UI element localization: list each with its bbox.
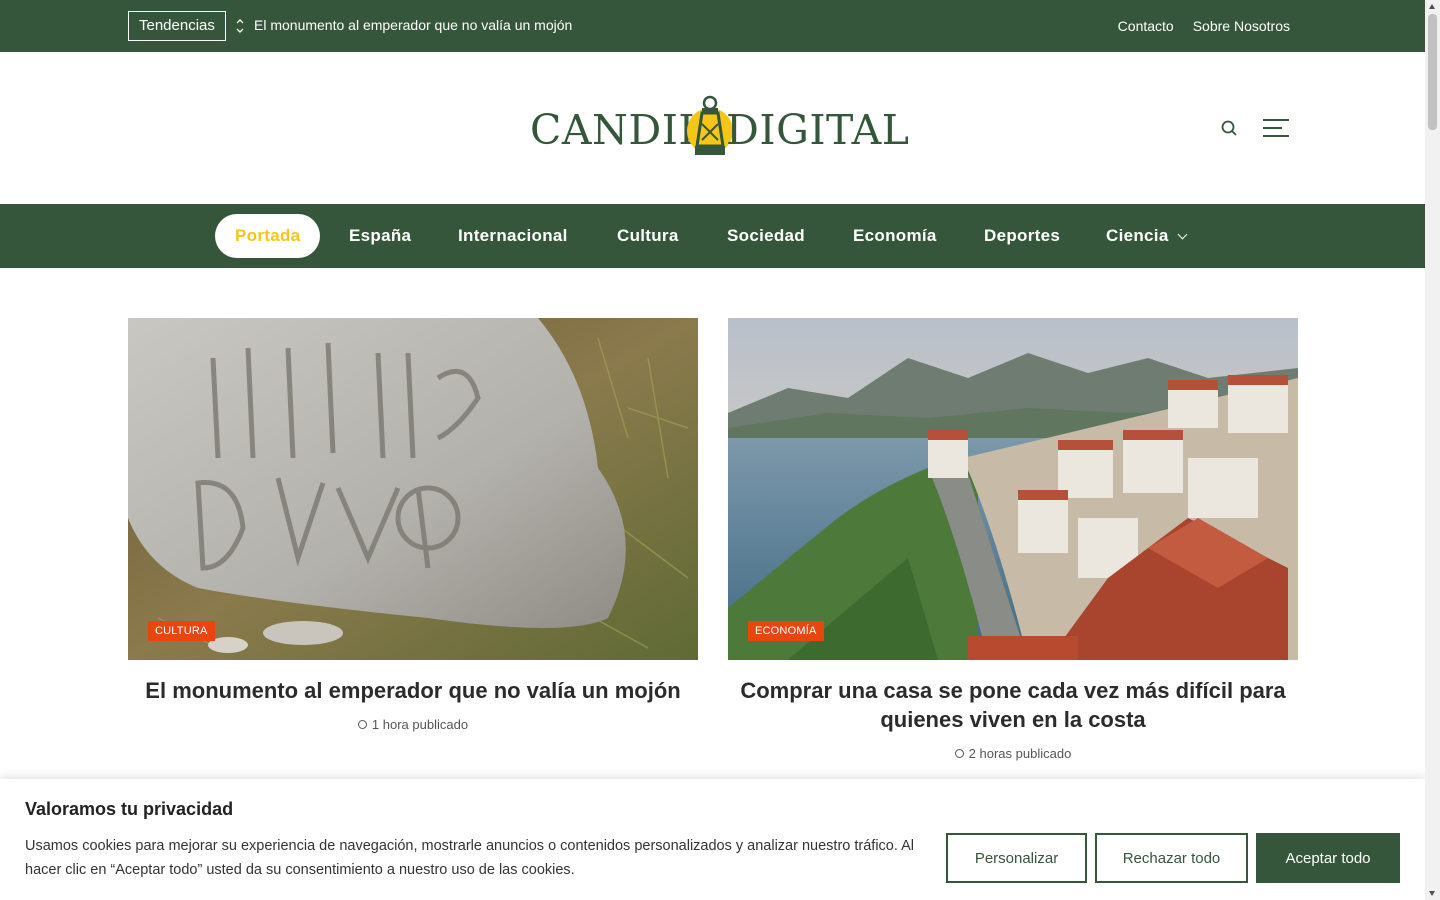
cookie-title: Valoramos tu privacidad (25, 799, 234, 819)
scrollbar-thumb[interactable] (1428, 14, 1437, 130)
article-title[interactable]: El monumento al emperador que no valía u… (128, 676, 698, 705)
category-badge[interactable]: CULTURA (148, 621, 215, 641)
reject-all-button[interactable]: Rechazar todo (1095, 833, 1248, 883)
article-image-stone[interactable]: CULTURA (128, 318, 698, 660)
nav-item-espana[interactable]: España (349, 214, 411, 258)
search-icon[interactable] (1220, 119, 1238, 137)
about-link[interactable]: Sobre Nosotros (1193, 18, 1290, 34)
nav-item-deportes[interactable]: Deportes (984, 214, 1060, 258)
clock-icon (954, 749, 964, 758)
category-badge[interactable]: ECONOMÍA (748, 621, 824, 641)
logo-word-candil: CANDIL (530, 106, 707, 154)
scroll-up-arrow-icon[interactable] (1429, 4, 1435, 9)
logo-word-digital: DIGITAL (726, 106, 910, 154)
article-meta: 2 horas publicado (728, 746, 1298, 761)
coastal-town-image (728, 318, 1298, 660)
clock-icon (357, 720, 367, 729)
chevron-down-icon (1177, 229, 1188, 240)
ticker-headline-link[interactable]: El monumento al emperador que no valía u… (254, 17, 572, 33)
top-bar: Tendencias El monumento al emperador que… (0, 0, 1425, 52)
scroll-down-arrow-icon[interactable] (1429, 891, 1435, 896)
nav-item-ciencia[interactable]: Ciencia (1106, 214, 1188, 258)
trending-button[interactable]: Tendencias (128, 11, 226, 41)
article-time: 2 horas publicado (968, 746, 1072, 761)
nav-item-ciencia-label: Ciencia (1106, 226, 1169, 245)
top-links: Contacto Sobre Nosotros (1118, 18, 1290, 34)
site-logo[interactable]: CANDIL DIGITAL (530, 92, 909, 164)
customize-button[interactable]: Personalizar (946, 833, 1087, 883)
main-nav: Portada España Internacional Cultura Soc… (0, 204, 1425, 268)
article-meta: 1 hora publicado (128, 717, 698, 732)
updown-chevron-icon[interactable] (233, 16, 247, 36)
stone-inscription-image (128, 318, 698, 660)
nav-item-sociedad[interactable]: Sociedad (727, 214, 805, 258)
article-time: 1 hora publicado (371, 717, 469, 732)
site-header: CANDIL DIGITAL (0, 52, 1425, 204)
cookie-text: Usamos cookies para mejorar su experienc… (25, 838, 915, 878)
cookie-consent-banner: Valoramos tu privacidad Usamos cookies p… (0, 779, 1425, 900)
page-scrollbar[interactable] (1425, 0, 1440, 900)
article-image-coastal-town[interactable]: ECONOMÍA (728, 318, 1298, 660)
nav-item-economia[interactable]: Economía (853, 214, 937, 258)
contact-link[interactable]: Contacto (1118, 18, 1174, 34)
article-card[interactable]: ECONOMÍA Comprar una casa se pone cada v… (728, 318, 1298, 761)
nav-item-cultura[interactable]: Cultura (617, 214, 679, 258)
hamburger-menu-icon[interactable] (1262, 118, 1290, 138)
accept-all-button[interactable]: Aceptar todo (1256, 833, 1400, 883)
article-title[interactable]: Comprar una casa se pone cada vez más di… (728, 676, 1298, 734)
nav-item-internacional[interactable]: Internacional (458, 214, 568, 258)
nav-item-portada[interactable]: Portada (215, 214, 321, 258)
article-card[interactable]: CULTURA El monumento al emperador que no… (128, 318, 698, 732)
